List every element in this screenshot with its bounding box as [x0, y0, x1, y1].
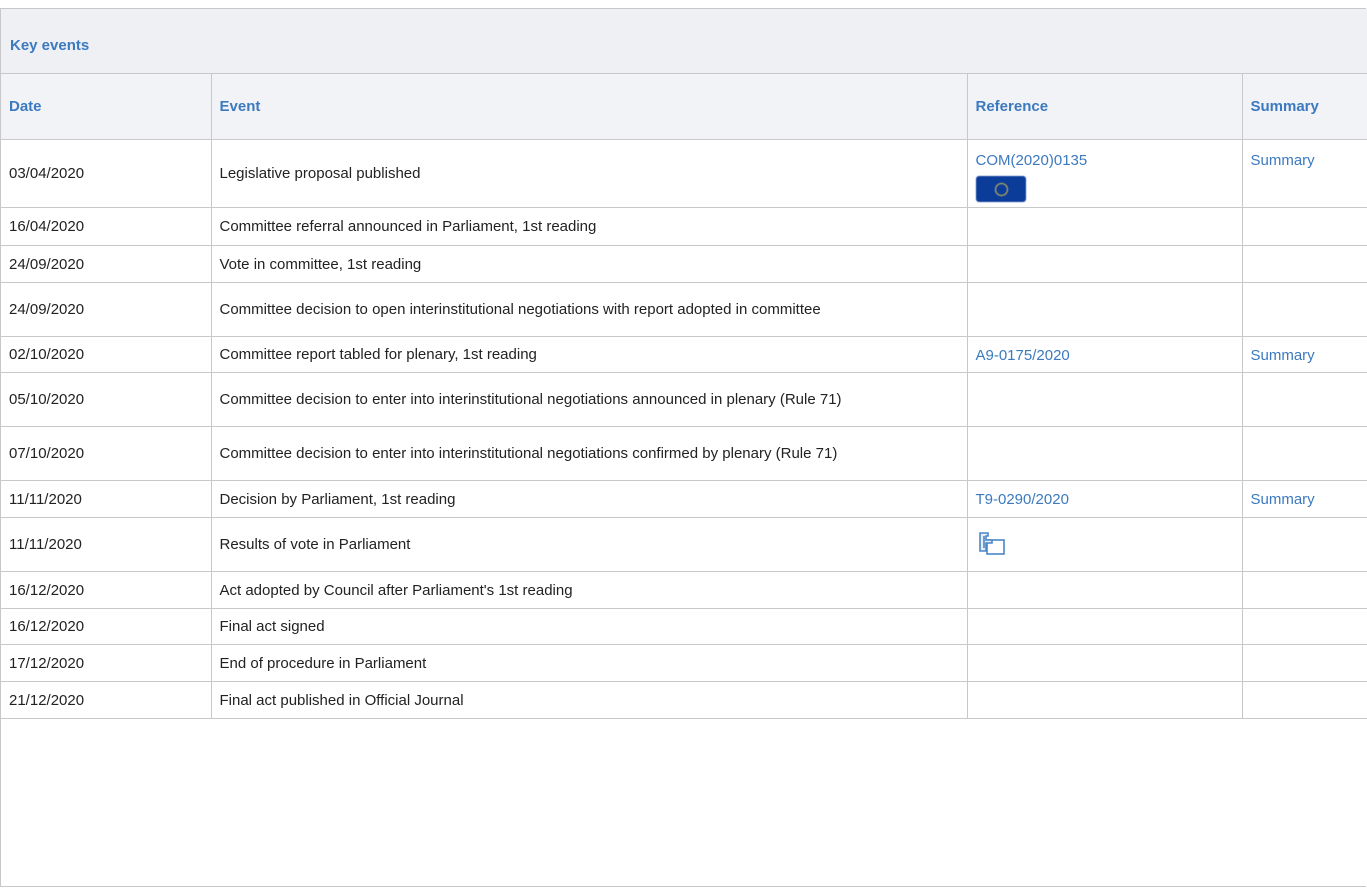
cell-reference — [966, 681, 1243, 719]
cell-event: Committee decision to enter into interin… — [210, 426, 968, 481]
cell-date: 16/12/2020 — [1, 608, 212, 645]
cell-event: Decision by Parliament, 1st reading — [210, 480, 968, 518]
cell-date: 24/09/2020 — [1, 282, 212, 337]
table-row: 03/04/2020 Legislative proposal publishe… — [1, 139, 1367, 208]
cell-reference — [966, 207, 1243, 246]
cell-summary — [1241, 608, 1367, 645]
panel-header: Key events — [1, 9, 1367, 74]
panel-title: Key events — [10, 37, 90, 54]
cell-event: Committee decision to open interinstitut… — [210, 282, 968, 337]
table-header-row: Date Event Reference Summary — [1, 74, 1367, 140]
cell-reference: T9-0290/2020 — [966, 480, 1243, 518]
cell-summary — [1241, 426, 1367, 481]
cell-event: Committee referral announced in Parliame… — [210, 207, 968, 246]
cell-summary — [1241, 282, 1367, 337]
column-header-event: Event — [210, 74, 967, 140]
column-header-reference: Reference — [966, 74, 1242, 140]
table-row: 02/10/2020 Committee report tabled for p… — [1, 336, 1367, 373]
cell-event: Committee report tabled for plenary, 1st… — [210, 336, 968, 373]
table-row: 21/12/2020 Final act published in Offici… — [1, 681, 1367, 719]
table-row: 24/09/2020 Committee decision to open in… — [1, 282, 1367, 337]
cell-event: Final act published in Official Journal — [210, 681, 968, 719]
cell-summary — [1241, 571, 1367, 609]
cell-date: 16/12/2020 — [1, 571, 212, 609]
table-row: 17/12/2020 End of procedure in Parliamen… — [1, 644, 1367, 682]
cell-event: Final act signed — [210, 608, 968, 645]
cell-reference — [966, 644, 1243, 682]
cell-reference — [966, 245, 1243, 283]
cell-event: Vote in committee, 1st reading — [210, 245, 968, 283]
cell-summary — [1241, 245, 1367, 283]
cell-summary — [1241, 681, 1367, 719]
cell-reference: A9-0175/2020 — [966, 336, 1243, 373]
cell-event: Results of vote in Parliament — [210, 517, 968, 572]
cell-date: 24/09/2020 — [1, 245, 212, 283]
cell-event: Committee decision to enter into interin… — [210, 372, 968, 427]
panel-footer — [1, 851, 1367, 887]
cell-reference — [966, 282, 1243, 337]
table-row: 05/10/2020 Committee decision to enter i… — [1, 372, 1367, 427]
table-row: 16/12/2020 Final act signed — [1, 608, 1367, 645]
cell-date: 16/04/2020 — [1, 207, 212, 246]
table-row: 07/10/2020 Committee decision to enter i… — [1, 426, 1367, 481]
cell-date: 11/11/2020 — [1, 517, 212, 572]
cell-reference: COM(2020)0135 — [966, 139, 1243, 208]
table-row: 11/11/2020 Decision by Parliament, 1st r… — [1, 480, 1367, 518]
cell-date: 03/04/2020 — [1, 139, 212, 208]
table-row: 16/04/2020 Committee referral announced … — [1, 207, 1367, 246]
cell-event: Act adopted by Council after Parliament'… — [210, 571, 968, 609]
cell-summary — [1241, 207, 1367, 246]
cell-reference — [966, 571, 1243, 609]
cell-summary: Summary — [1241, 139, 1367, 208]
cell-date: 07/10/2020 — [1, 426, 212, 481]
cell-date: 02/10/2020 — [1, 336, 212, 373]
table-row: 24/09/2020 Vote in committee, 1st readin… — [1, 245, 1367, 283]
cell-date: 21/12/2020 — [1, 681, 212, 719]
column-header-date: Date — [1, 74, 211, 140]
table-row: 11/11/2020 Results of vote in Parliament — [1, 517, 1367, 572]
reference-link[interactable]: COM(2020)0135 — [976, 152, 1088, 169]
column-header-summary: Summary — [1241, 74, 1367, 140]
cell-summary: Summary — [1241, 480, 1367, 518]
cell-date: 17/12/2020 — [1, 644, 212, 682]
cell-event: End of procedure in Parliament — [210, 644, 968, 682]
cell-summary — [1241, 517, 1367, 572]
cell-summary — [1241, 644, 1367, 682]
summary-link[interactable]: Summary — [1251, 347, 1315, 364]
cell-date: 05/10/2020 — [1, 372, 212, 427]
cell-reference — [966, 517, 1243, 572]
cell-summary — [1241, 372, 1367, 427]
summary-link[interactable]: Summary — [1251, 491, 1315, 508]
table-row: 16/12/2020 Act adopted by Council after … — [1, 571, 1367, 609]
reference-link[interactable]: T9-0290/2020 — [976, 491, 1069, 508]
cell-reference — [966, 608, 1243, 645]
cell-summary: Summary — [1241, 336, 1367, 373]
cell-event: Legislative proposal published — [210, 139, 968, 208]
summary-link[interactable]: Summary — [1251, 152, 1315, 169]
vote-results-icon[interactable] — [976, 530, 1008, 560]
cell-reference — [966, 426, 1243, 481]
cell-date: 11/11/2020 — [1, 480, 212, 518]
reference-link[interactable]: A9-0175/2020 — [976, 347, 1070, 364]
eu-flag-icon[interactable] — [975, 176, 1026, 202]
key-events-table: Date Event Reference Summary 03/04/2020 … — [1, 74, 1367, 719]
cell-reference — [966, 372, 1243, 427]
